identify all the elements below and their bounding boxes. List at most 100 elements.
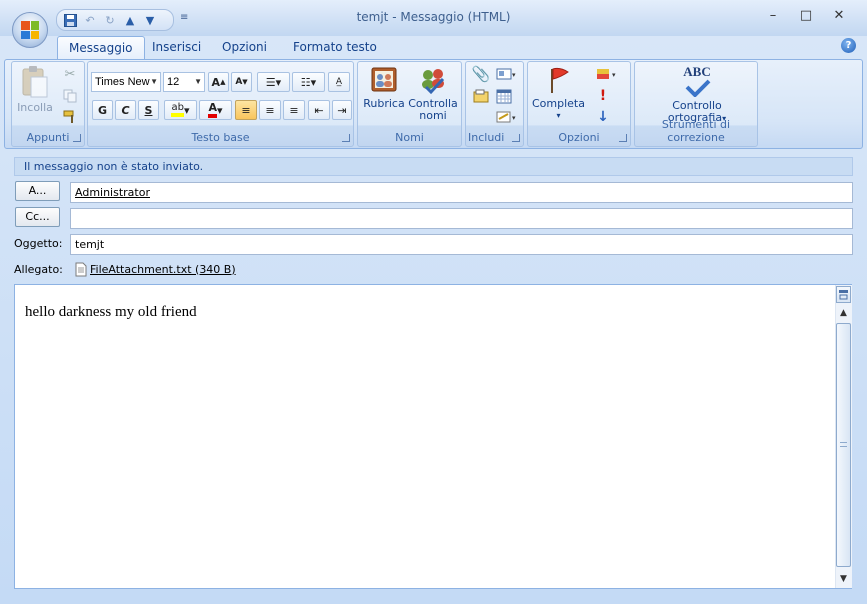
group-label-strumenti: Strumenti di correzione bbox=[661, 118, 731, 144]
increase-indent-icon[interactable]: ⇥ bbox=[332, 100, 352, 120]
attachment-label: Allegato: bbox=[14, 263, 63, 276]
message-body[interactable] bbox=[14, 284, 852, 589]
font-name-value: Times New bbox=[95, 76, 150, 88]
opzioni-launcher-icon[interactable] bbox=[619, 134, 627, 142]
minimize-button[interactable]: – bbox=[760, 6, 786, 26]
numbering-icon[interactable]: ☷▾ bbox=[292, 72, 325, 92]
signature-icon[interactable]: ▾ bbox=[494, 108, 520, 126]
save-icon[interactable] bbox=[63, 13, 77, 27]
scroll-down-icon[interactable]: ▼ bbox=[836, 572, 851, 587]
close-button[interactable]: ✕ bbox=[826, 6, 852, 26]
group-opzioni: Completa ▾ ▾ ! ↓ Opzioni bbox=[527, 61, 631, 147]
tab-formato-testo[interactable]: Formato testo bbox=[282, 36, 388, 60]
align-right-icon[interactable]: ≡ bbox=[283, 100, 305, 120]
clipboard-icon bbox=[22, 66, 48, 98]
to-button[interactable]: A... bbox=[15, 181, 60, 201]
office-button[interactable] bbox=[12, 12, 48, 48]
completa-label: Completa bbox=[532, 97, 585, 110]
group-strumenti-correzione: ABC Controllo ortografia▾ Strumenti di c… bbox=[634, 61, 758, 147]
chevron-down-icon: ▼ bbox=[194, 77, 202, 86]
tab-messaggio[interactable]: Messaggio bbox=[57, 36, 145, 61]
info-bar: Il messaggio non è stato inviato. bbox=[14, 157, 853, 176]
controlla-label-2: nomi bbox=[419, 109, 447, 122]
high-importance-icon[interactable]: ! bbox=[594, 87, 612, 105]
align-center-icon[interactable]: ≡ bbox=[259, 100, 281, 120]
attach-item-icon[interactable] bbox=[472, 87, 490, 105]
appunti-launcher-icon[interactable] bbox=[73, 134, 81, 142]
business-card-icon[interactable]: ▾ bbox=[494, 65, 520, 83]
tab-inserisci[interactable]: Inserisci bbox=[141, 36, 212, 60]
underline-button[interactable]: S bbox=[138, 100, 159, 120]
redo-icon[interactable]: ↻ bbox=[103, 13, 117, 27]
arrow-down-icon[interactable]: ▼ bbox=[143, 13, 157, 27]
highlight-icon[interactable]: ab ▾ bbox=[164, 100, 197, 120]
cc-button[interactable]: Cc... bbox=[15, 207, 60, 227]
recipient-name[interactable]: Administrator bbox=[75, 186, 150, 199]
includi-launcher-icon[interactable] bbox=[512, 134, 520, 142]
undo-icon[interactable]: ↶ bbox=[83, 13, 97, 27]
grow-font-icon[interactable]: A ▲ bbox=[208, 72, 229, 92]
group-nomi: Rubrica Controlla nomi Nomi bbox=[357, 61, 462, 147]
copy-icon[interactable] bbox=[62, 88, 78, 104]
rubrica-label: Rubrica bbox=[363, 97, 405, 110]
maximize-button[interactable]: □ bbox=[793, 6, 819, 26]
paste-label: Incolla bbox=[17, 101, 53, 114]
checkmark-icon bbox=[685, 79, 711, 98]
subject-field[interactable]: temjt bbox=[70, 234, 853, 255]
font-name-combo[interactable]: Times New ▼ bbox=[91, 72, 161, 92]
format-painter-icon[interactable] bbox=[62, 109, 78, 125]
office-logo-icon bbox=[21, 21, 39, 39]
testo-base-launcher-icon[interactable] bbox=[342, 134, 350, 142]
subject-label: Oggetto: bbox=[14, 237, 63, 250]
arrow-up-icon[interactable]: ▲ bbox=[123, 13, 137, 27]
chevron-down-icon: ▾ bbox=[556, 111, 561, 120]
controlla-nomi-button[interactable]: Controlla nomi bbox=[408, 65, 458, 125]
rubrica-button[interactable]: Rubrica bbox=[361, 65, 407, 125]
window-title: temjt - Messaggio (HTML) bbox=[356, 10, 511, 24]
group-label-nomi: Nomi bbox=[395, 131, 424, 144]
decrease-indent-icon[interactable]: ⇤ bbox=[308, 100, 330, 120]
font-size-combo[interactable]: 12 ▼ bbox=[163, 72, 205, 92]
svg-text:▾: ▾ bbox=[512, 114, 516, 122]
bullets-icon[interactable]: ☰▾ bbox=[257, 72, 290, 92]
font-size-value: 12 bbox=[167, 76, 180, 88]
cut-icon[interactable]: ✂ bbox=[62, 66, 78, 82]
paste-button[interactable]: Incolla bbox=[15, 65, 55, 125]
help-icon[interactable]: ? bbox=[841, 38, 856, 53]
to-field[interactable]: Administrator bbox=[70, 182, 853, 203]
group-testo-base: Times New ▼ 12 ▼ A ▲ A ▼ ☰▾ ☷▾ A̲ G C S ab ▾ … bbox=[87, 61, 354, 147]
group-label-opzioni: Opzioni bbox=[558, 131, 600, 144]
ruler-toggle-icon[interactable] bbox=[836, 286, 851, 303]
shrink-font-icon[interactable]: A ▼ bbox=[231, 72, 252, 92]
follow-up-flag-icon bbox=[550, 67, 569, 93]
scrollbar-thumb[interactable] bbox=[836, 323, 851, 567]
attach-file-icon[interactable]: 📎 bbox=[472, 65, 491, 83]
address-book-icon bbox=[371, 67, 397, 92]
attachment-area: FileAttachment.txt (340 B) bbox=[70, 259, 853, 279]
svg-text:▾: ▾ bbox=[612, 71, 616, 79]
cc-field[interactable] bbox=[70, 208, 853, 229]
styles-icon[interactable]: A̲ bbox=[328, 72, 350, 92]
group-appunti: Incolla ✂ Appunti bbox=[11, 61, 85, 147]
font-color-icon[interactable]: A ▾ bbox=[199, 100, 232, 120]
check-names-icon bbox=[422, 69, 445, 95]
customize-qat-button[interactable]: ≡ bbox=[180, 12, 188, 23]
grip-icon bbox=[840, 442, 847, 447]
low-importance-icon[interactable]: ↓ bbox=[594, 108, 612, 126]
scroll-up-icon[interactable]: ▲ bbox=[836, 306, 851, 321]
italic-button[interactable]: C bbox=[115, 100, 136, 120]
categorize-icon[interactable]: ▾ bbox=[594, 65, 622, 83]
chevron-down-icon: ▼ bbox=[150, 77, 158, 86]
tab-opzioni[interactable]: Opzioni bbox=[211, 36, 278, 60]
message-body-text[interactable]: hello darkness my old friend bbox=[25, 304, 197, 321]
text-file-icon bbox=[75, 262, 87, 276]
attachment-link[interactable]: FileAttachment.txt (340 B) bbox=[90, 263, 236, 276]
group-includi: 📎 ▾ ▾ Includi bbox=[465, 61, 524, 147]
group-label-testo-base: Testo base bbox=[191, 131, 250, 144]
svg-text:▾: ▾ bbox=[512, 71, 516, 79]
bold-button[interactable]: G bbox=[92, 100, 113, 120]
align-left-icon[interactable]: ≡ bbox=[235, 100, 257, 120]
completa-button[interactable]: Completa ▾ bbox=[531, 65, 586, 127]
quick-access-toolbar: ↶ ↻ ▲ ▼ bbox=[56, 9, 174, 31]
calendar-icon[interactable] bbox=[494, 87, 514, 105]
